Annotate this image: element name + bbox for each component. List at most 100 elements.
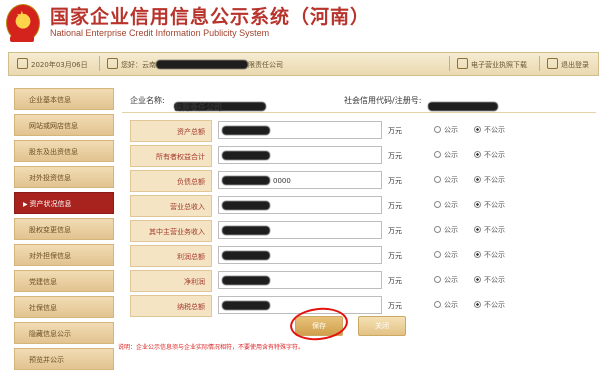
field-label: 纳税总额	[130, 295, 212, 317]
sidebar-item-equity-change[interactable]: 股权变更信息	[14, 218, 114, 240]
net-profit-input[interactable]	[218, 271, 382, 289]
public-radio[interactable]: 公示	[434, 250, 458, 260]
redacted-value	[222, 201, 270, 210]
logout-label: 退出登录	[561, 61, 589, 69]
download-license-link[interactable]: 电子营业执照下载	[457, 58, 527, 70]
liabilities-value: 0000	[273, 177, 291, 185]
main-content: 企业名称: 云南有限责任公司 社会信用代码/注册号: 915309211 资产总…	[122, 88, 596, 317]
radio-dot-selected	[474, 201, 481, 208]
private-label: 不公示	[484, 276, 505, 284]
total-revenue-input[interactable]	[218, 196, 382, 214]
radio-dot-selected	[474, 126, 481, 133]
radio-dot	[434, 226, 441, 233]
private-label: 不公示	[484, 151, 505, 159]
footer-note: 说明：企业公示信息须与企业实际情况相符，不要使用含有特殊字符。	[118, 344, 305, 351]
sidebar-item-hidden[interactable]: 隐藏信息公示	[14, 322, 114, 344]
logout-icon	[547, 58, 558, 69]
public-radio[interactable]: 公示	[434, 300, 458, 310]
private-label: 不公示	[484, 126, 505, 134]
total-tax-input[interactable]	[218, 296, 382, 314]
divider	[449, 56, 450, 71]
private-radio[interactable]: 不公示	[474, 150, 505, 160]
sidebar-item-preview[interactable]: 预览并公示	[14, 348, 114, 370]
liabilities-input[interactable]: 0000	[218, 171, 382, 189]
total-profit-input[interactable]	[218, 246, 382, 264]
private-radio[interactable]: 不公示	[474, 225, 505, 235]
total-assets-input[interactable]	[218, 121, 382, 139]
download-label: 电子营业执照下载	[471, 61, 527, 69]
redacted-value	[222, 151, 270, 160]
user-greeting: 您好：云南 限责任公司	[107, 58, 283, 70]
public-label: 公示	[444, 276, 458, 284]
unit-label: 万元	[388, 202, 402, 210]
public-radio[interactable]: 公示	[434, 125, 458, 135]
equity-input[interactable]	[218, 146, 382, 164]
public-radio[interactable]: 公示	[434, 200, 458, 210]
private-radio[interactable]: 不公示	[474, 200, 505, 210]
save-button[interactable]: 保存	[295, 316, 343, 336]
private-radio[interactable]: 不公示	[474, 125, 505, 135]
public-radio[interactable]: 公示	[434, 150, 458, 160]
private-label: 不公示	[484, 301, 505, 309]
divider	[99, 56, 100, 71]
logout-link[interactable]: 退出登录	[547, 58, 589, 70]
unit-label: 万元	[388, 127, 402, 135]
private-label: 不公示	[484, 251, 505, 259]
close-button[interactable]: 关闭	[358, 316, 406, 336]
private-radio[interactable]: 不公示	[474, 275, 505, 285]
redacted-value	[222, 276, 270, 285]
sidebar-item-basic-info[interactable]: 企业基本信息	[14, 88, 114, 110]
public-radio[interactable]: 公示	[434, 175, 458, 185]
public-radio[interactable]: 公示	[434, 275, 458, 285]
main-revenue-input[interactable]	[218, 221, 382, 239]
private-radio[interactable]: 不公示	[474, 300, 505, 310]
sidebar-item-guarantee[interactable]: 对外担保信息	[14, 244, 114, 266]
sidebar-item-social-security[interactable]: 社保信息	[14, 296, 114, 318]
company-info: 企业名称: 云南有限责任公司 社会信用代码/注册号: 915309211	[122, 88, 596, 113]
redacted-code	[428, 102, 498, 111]
private-radio[interactable]: 不公示	[474, 250, 505, 260]
public-radio[interactable]: 公示	[434, 225, 458, 235]
unit-label: 万元	[388, 177, 402, 185]
private-label: 不公示	[484, 201, 505, 209]
unit-label: 万元	[388, 252, 402, 260]
date-text: 2020年03月06日	[31, 61, 88, 69]
form-row-total-revenue: 营业总收入 万元 公示 不公示	[130, 195, 596, 217]
private-label: 不公示	[484, 176, 505, 184]
sidebar-item-assets[interactable]: 资产状况信息	[14, 192, 114, 214]
public-label: 公示	[444, 301, 458, 309]
field-label: 利润总额	[130, 245, 212, 267]
redacted-company	[156, 60, 248, 69]
sidebar-item-website[interactable]: 网站或网店信息	[14, 114, 114, 136]
sidebar-item-investment[interactable]: 对外投资信息	[14, 166, 114, 188]
radio-dot	[434, 176, 441, 183]
radio-dot	[434, 301, 441, 308]
form-row-main-revenue: 其中主营业务收入 万元 公示 不公示	[130, 220, 596, 242]
field-label: 负债总额	[130, 170, 212, 192]
company-name-label: 企业名称:	[130, 96, 165, 105]
radio-dot	[434, 276, 441, 283]
field-label: 营业总收入	[130, 195, 212, 217]
form-row-net-profit: 净利润 万元 公示 不公示	[130, 270, 596, 292]
company-name-suffix: 有限责任公司	[174, 103, 222, 112]
form-row-total-assets: 资产总额 万元 公示 不公示	[130, 120, 596, 142]
sidebar-item-shareholders[interactable]: 股东及出资信息	[14, 140, 114, 162]
public-label: 公示	[444, 251, 458, 259]
public-label: 公示	[444, 226, 458, 234]
divider	[539, 56, 540, 71]
user-prefix: 您好：云南	[121, 61, 156, 69]
sidebar-item-party[interactable]: 党建信息	[14, 270, 114, 292]
radio-dot-selected	[474, 251, 481, 258]
system-subtitle: National Enterprise Credit Information P…	[50, 28, 270, 38]
radio-dot-selected	[474, 176, 481, 183]
public-label: 公示	[444, 176, 458, 184]
radio-dot	[434, 251, 441, 258]
field-label: 其中主营业务收入	[130, 220, 212, 242]
form-row-equity: 所有者权益合计 万元 公示 不公示	[130, 145, 596, 167]
field-label: 资产总额	[130, 120, 212, 142]
user-icon	[107, 58, 118, 69]
private-radio[interactable]: 不公示	[474, 175, 505, 185]
calendar-icon	[17, 58, 28, 69]
redacted-value	[222, 176, 270, 185]
radio-dot-selected	[474, 276, 481, 283]
